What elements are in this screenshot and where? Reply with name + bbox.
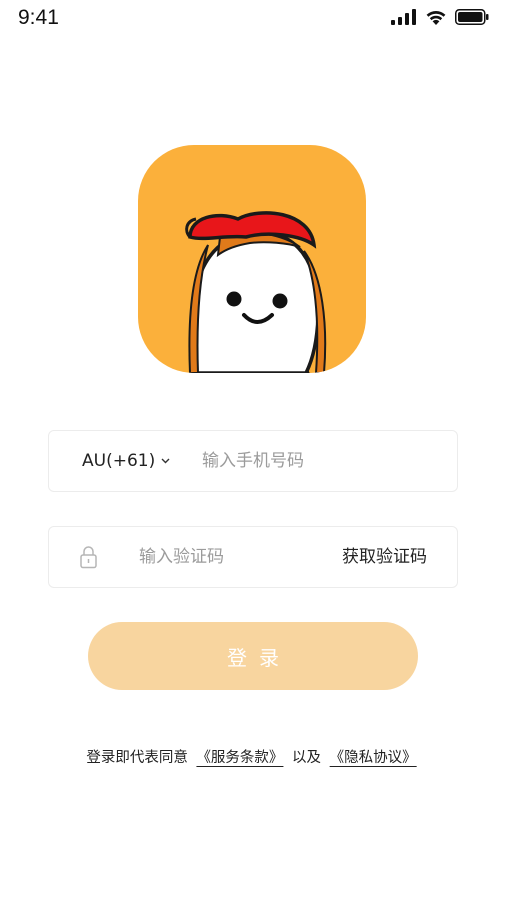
login-button[interactable]: 登录 xyxy=(88,622,418,690)
lock-icon xyxy=(80,546,97,569)
signal-icon xyxy=(391,9,416,25)
mascot-logo xyxy=(138,145,366,373)
verification-code-input[interactable] xyxy=(139,527,309,587)
battery-icon xyxy=(455,9,489,25)
get-code-button[interactable]: 获取验证码 xyxy=(342,527,427,587)
agreement-connector: 以及 xyxy=(292,750,322,766)
country-code-label: AU(+61) xyxy=(82,451,156,471)
code-field: 获取验证码 xyxy=(48,526,458,588)
app-logo xyxy=(138,145,366,373)
status-bar: 9:41 xyxy=(0,0,507,36)
terms-of-service-link[interactable]: 《服务条款》 xyxy=(192,750,287,766)
chevron-down-icon xyxy=(161,458,170,464)
agreement-text: 登录即代表同意 《服务条款》 以及 《隐私协议》 xyxy=(0,746,507,767)
status-icons xyxy=(391,9,489,25)
phone-input[interactable] xyxy=(202,431,442,491)
agreement-prefix: 登录即代表同意 xyxy=(86,750,188,766)
wifi-icon xyxy=(426,10,446,25)
country-code-selector[interactable]: AU(+61) xyxy=(82,431,170,491)
status-time: 9:41 xyxy=(18,6,59,29)
phone-field: AU(+61) xyxy=(48,430,458,492)
privacy-policy-link[interactable]: 《隐私协议》 xyxy=(326,750,421,766)
